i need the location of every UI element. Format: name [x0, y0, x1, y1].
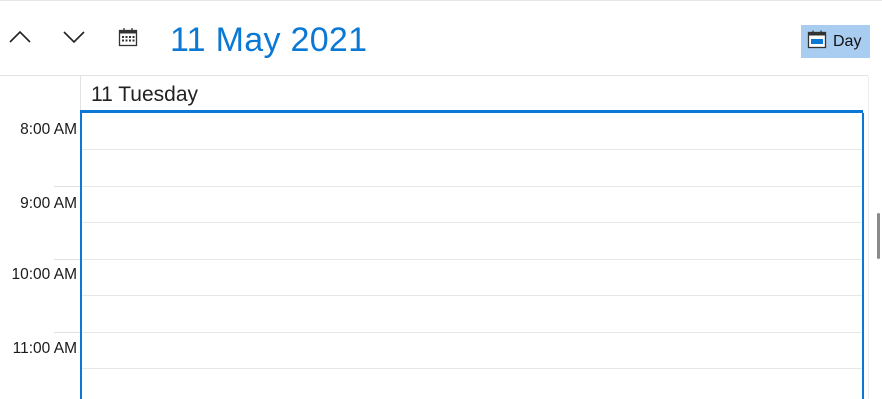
day-header: 11 Tuesday: [80, 76, 863, 110]
calendar-icon: [118, 27, 138, 52]
half-hour-line: [82, 295, 862, 296]
scheduler-toolbar: 11 May 2021 Day: [0, 1, 882, 75]
scrollbar-thumb[interactable]: [877, 213, 880, 259]
previous-button[interactable]: [2, 21, 38, 57]
chevron-down-icon: [63, 30, 85, 49]
hour-tick: [54, 186, 80, 187]
next-button[interactable]: [56, 21, 92, 57]
half-hour-line: [82, 149, 862, 150]
hour-line: [82, 259, 862, 260]
time-label: 9:00 AM: [20, 195, 77, 212]
date-picker-button[interactable]: [110, 21, 146, 57]
chevron-up-icon: [9, 30, 31, 49]
view-switch-label: Day: [833, 32, 862, 50]
hour-line: [82, 332, 862, 333]
time-label: 8:00 AM: [20, 121, 77, 138]
day-header-label[interactable]: 11 Tuesday: [91, 83, 198, 107]
day-view-icon: [807, 30, 827, 54]
half-hour-line: [82, 222, 862, 223]
day-time-grid[interactable]: [80, 113, 864, 399]
half-hour-line: [82, 368, 862, 369]
scheduler: 11 May 2021 Day 11 Tuesday 8:00 AM 9:00 …: [0, 0, 882, 399]
hour-line: [82, 186, 862, 187]
time-label: 10:00 AM: [11, 266, 78, 283]
hour-tick: [54, 259, 80, 260]
hour-tick: [54, 332, 80, 333]
header-date-title[interactable]: 11 May 2021: [170, 20, 367, 60]
view-switch-button[interactable]: Day: [801, 25, 870, 58]
time-label: 11:00 AM: [12, 340, 77, 357]
